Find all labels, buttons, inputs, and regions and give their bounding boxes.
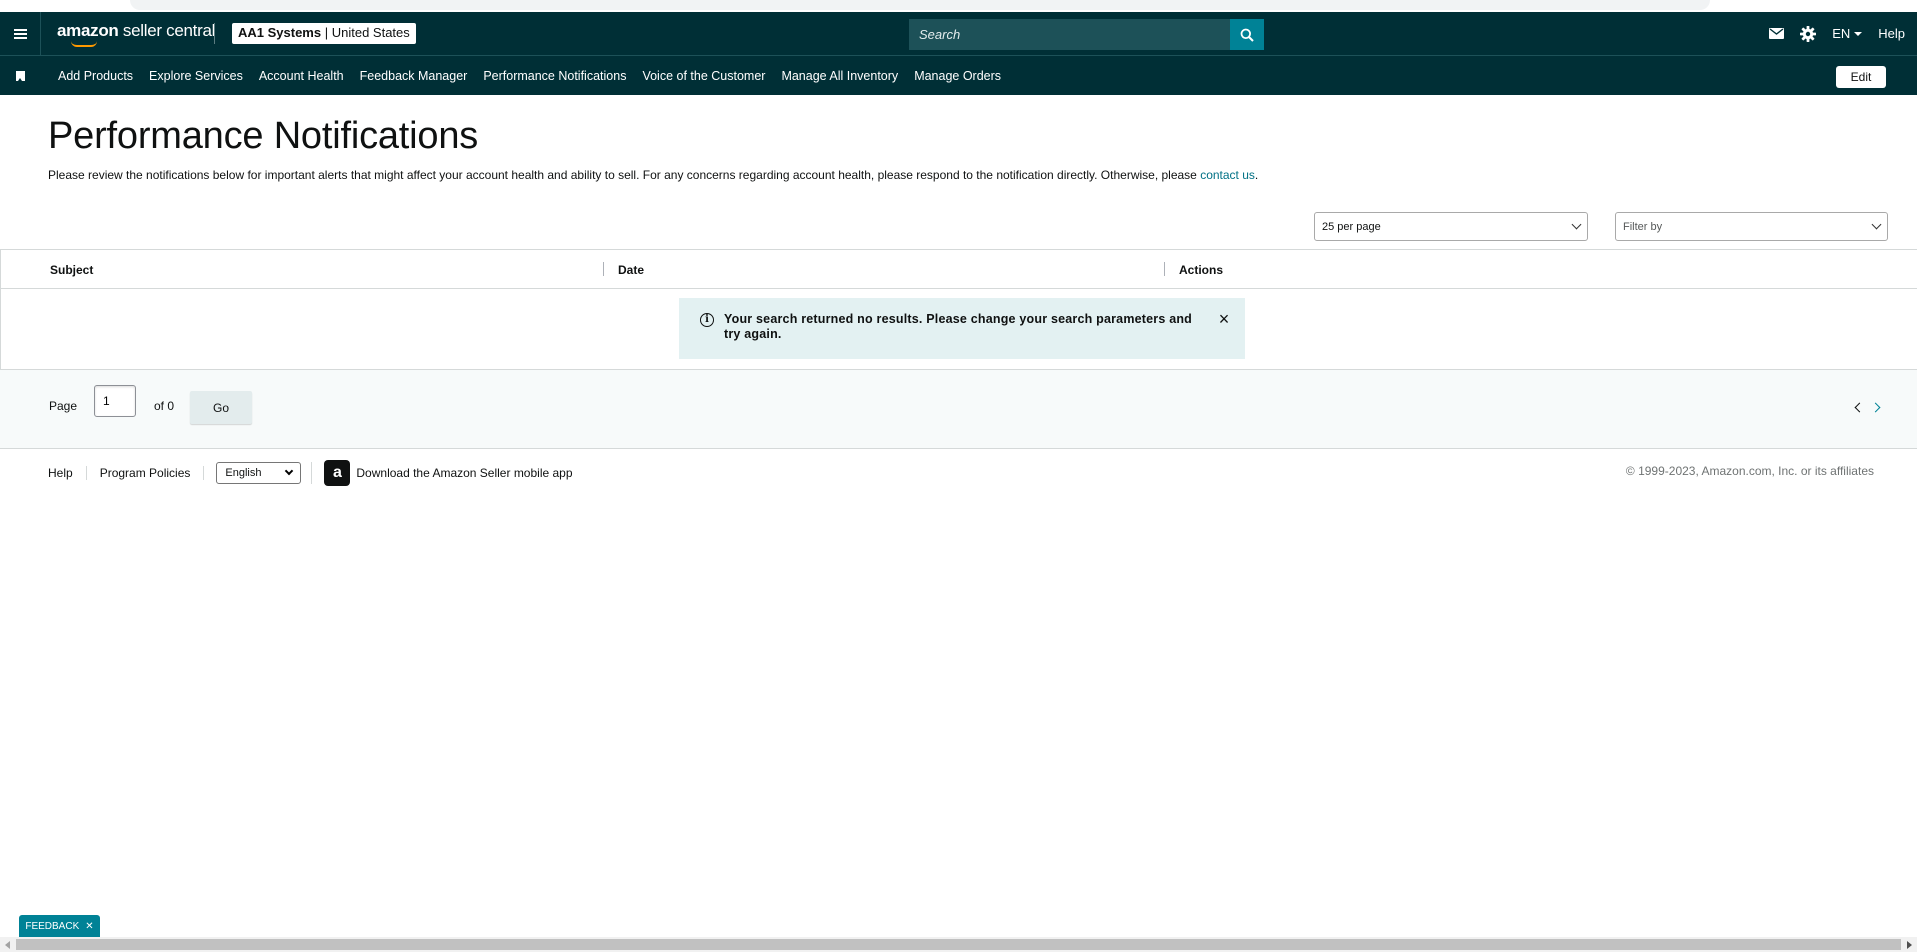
- header-right-tools: EN Help: [1769, 12, 1905, 55]
- logo-bold-text: amazon: [57, 21, 119, 40]
- bookmark-nav-bar: Add Products Explore Services Account He…: [0, 55, 1917, 95]
- search-bar: [909, 19, 1264, 50]
- notifications-table: Subject Date Actions i Your search retur…: [0, 249, 1917, 370]
- nav-items: Add Products Explore Services Account He…: [58, 56, 1001, 95]
- chevron-down-icon: [285, 466, 294, 476]
- close-icon[interactable]: ×: [1217, 310, 1231, 328]
- info-icon: i: [700, 313, 714, 327]
- page-title: Performance Notifications: [48, 115, 479, 157]
- search-icon: [1240, 28, 1254, 42]
- download-app-link[interactable]: Download the Amazon Seller mobile app: [356, 466, 572, 480]
- filter-by-select[interactable]: Filter by: [1615, 212, 1888, 241]
- language-selector[interactable]: EN: [1832, 26, 1863, 41]
- copyright-text: © 1999-2023, Amazon.com, Inc. or its aff…: [1625, 464, 1874, 478]
- bookmark-icon[interactable]: [16, 71, 25, 81]
- column-resize-handle[interactable]: [1164, 262, 1165, 276]
- account-name: AA1 Systems: [238, 25, 322, 40]
- search-input[interactable]: [909, 19, 1230, 50]
- footer-program-policies-link[interactable]: Program Policies: [87, 466, 205, 480]
- scroll-right-arrow-icon[interactable]: [1907, 941, 1912, 949]
- logo-rest-text: seller central: [118, 21, 216, 40]
- horizontal-scrollbar[interactable]: [0, 937, 1917, 952]
- amazon-seller-central-logo[interactable]: amazon seller central: [57, 21, 216, 47]
- contact-us-link[interactable]: contact us: [1200, 168, 1255, 182]
- nav-item-explore-services[interactable]: Explore Services: [149, 69, 243, 83]
- nav-item-feedback-manager[interactable]: Feedback Manager: [360, 69, 468, 83]
- filter-by-placeholder: Filter by: [1623, 220, 1663, 233]
- footer-language-select[interactable]: English: [216, 462, 302, 484]
- edit-nav-button[interactable]: Edit: [1836, 66, 1886, 88]
- page-subtitle: Please review the notifications below fo…: [48, 168, 1258, 182]
- language-label: EN: [1832, 26, 1851, 41]
- help-link[interactable]: Help: [1878, 26, 1905, 41]
- nav-item-add-products[interactable]: Add Products: [58, 69, 133, 83]
- column-header-actions: Actions: [1179, 262, 1224, 277]
- page-footer: Help Program Policies English a Download…: [0, 458, 1917, 488]
- gear-icon[interactable]: [1800, 25, 1817, 42]
- hamburger-menu-button[interactable]: [0, 12, 41, 55]
- amazon-app-icon[interactable]: a: [324, 460, 351, 486]
- subtitle-end: .: [1254, 168, 1259, 182]
- chevron-down-icon: [1871, 219, 1882, 230]
- chevron-down-icon: [1854, 31, 1863, 36]
- page-number-input[interactable]: [94, 385, 136, 417]
- footer-help-link[interactable]: Help: [48, 466, 87, 480]
- chevron-down-icon: [1571, 219, 1582, 230]
- page-label: Page: [49, 399, 78, 413]
- per-page-value: 25 per page: [1322, 220, 1381, 233]
- nav-item-account-health[interactable]: Account Health: [259, 69, 344, 83]
- per-page-select[interactable]: 25 per page: [1314, 212, 1588, 241]
- top-header: amazon seller central AA1 Systems | Unit…: [0, 12, 1917, 55]
- scrollbar-thumb[interactable]: [16, 939, 1901, 950]
- alert-message: Your search returned no results. Please …: [724, 312, 1193, 341]
- nav-item-performance-notifications[interactable]: Performance Notifications: [483, 69, 626, 83]
- chevron-left-icon[interactable]: [1854, 402, 1865, 413]
- column-header-subject[interactable]: Subject: [50, 250, 93, 289]
- footer-language-value: English: [225, 467, 262, 479]
- no-results-alert: i Your search returned no results. Pleas…: [679, 298, 1245, 359]
- account-switcher[interactable]: AA1 Systems | United States: [232, 23, 416, 44]
- close-icon[interactable]: ✕: [85, 921, 93, 932]
- nav-item-manage-all-inventory[interactable]: Manage All Inventory: [781, 69, 898, 83]
- browser-top-strip: [0, 0, 1917, 12]
- column-resize-handle[interactable]: [603, 262, 604, 276]
- footer-divider: [311, 462, 313, 484]
- header-divider: [214, 23, 215, 44]
- footer-links: Help Program Policies English a Download…: [48, 458, 573, 488]
- table-header: Subject Date Actions: [1, 250, 1917, 289]
- nav-item-voice-of-the-customer[interactable]: Voice of the Customer: [642, 69, 765, 83]
- feedback-label: FEEDBACK: [25, 920, 80, 932]
- scroll-left-arrow-icon[interactable]: [5, 941, 10, 949]
- subtitle-text: Please review the notifications below fo…: [48, 168, 1201, 182]
- feedback-tab[interactable]: FEEDBACK ✕: [19, 915, 100, 937]
- chevron-right-icon[interactable]: [1870, 402, 1881, 413]
- pagination-bar: Page of 0 Go: [0, 370, 1917, 449]
- browser-tab-strip: [130, 0, 1710, 10]
- nav-item-manage-orders[interactable]: Manage Orders: [914, 69, 1001, 83]
- go-button[interactable]: Go: [190, 391, 252, 424]
- search-button[interactable]: [1230, 19, 1264, 50]
- mail-icon[interactable]: [1769, 28, 1785, 39]
- page-total: of 0: [154, 399, 175, 413]
- amazon-smile-icon: [71, 41, 97, 47]
- hamburger-icon: [13, 28, 27, 39]
- account-region: United States: [331, 25, 410, 40]
- column-header-date[interactable]: Date: [618, 250, 644, 289]
